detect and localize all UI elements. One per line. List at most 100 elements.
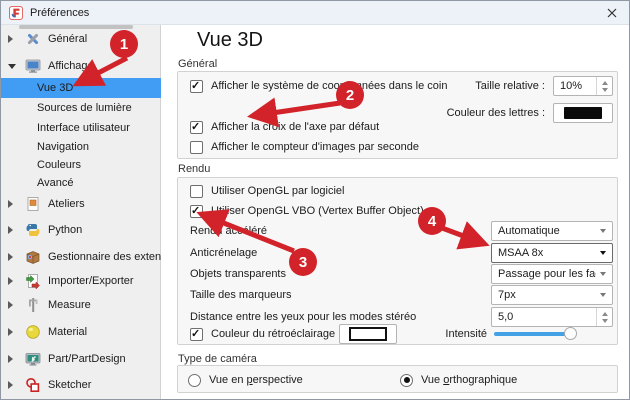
vbo-row: Utiliser OpenGL VBO (Vertex Buffer Objec… (190, 201, 424, 221)
expander-icon[interactable] (8, 301, 13, 309)
expander-icon[interactable] (8, 35, 13, 43)
sidebar-item-avance[interactable]: Avancé (1, 173, 161, 193)
tools-icon (25, 31, 41, 47)
freecad-logo-icon (9, 6, 23, 20)
orthographic-radio-row[interactable]: Vue orthographique (400, 370, 517, 390)
marker-size-dropdown[interactable]: 7px (491, 285, 613, 305)
expander-icon[interactable] (8, 355, 13, 363)
preferences-window: Préférences Général Affichage Vue 3D (0, 0, 630, 400)
chevron-down-icon (600, 229, 606, 233)
letter-color-label: Couleur des lettres : (447, 103, 545, 123)
sidebar-item-python[interactable]: Python (1, 219, 161, 241)
sidebar-item-ateliers[interactable]: Ateliers (1, 193, 161, 215)
settings-page-vue-3d: Vue 3D Général Afficher le système de co… (161, 25, 630, 400)
accel-render-dropdown[interactable]: Automatique (491, 221, 613, 241)
chevron-down-icon (600, 272, 606, 276)
antialiasing-dropdown[interactable]: MSAA 8x (491, 243, 613, 263)
software-opengl-row: Utiliser OpenGL par logiciel (190, 181, 344, 201)
backlight-row: Couleur du rétroéclairage (190, 324, 335, 344)
show-axis-cross-checkbox[interactable] (190, 121, 203, 134)
transparent-objects-value: Passage pour les faces arrière (498, 268, 596, 280)
sidebar-item-label: Ateliers (48, 198, 85, 210)
sidebar-item-sketcher[interactable]: Sketcher (1, 374, 161, 396)
window-title: Préférences (30, 7, 89, 19)
sidebar-item-label: Part/PartDesign (48, 353, 126, 365)
sidebar-item-label: Material (48, 326, 87, 338)
show-coord-system-checkbox[interactable] (190, 80, 203, 93)
marker-size-label: Taille des marqueurs (190, 285, 292, 305)
sidebar-item-label: Affichage (48, 60, 94, 72)
camera-groupbox: Vue en perspective Vue orthographique (177, 365, 618, 393)
antialiasing-value: MSAA 8x (498, 247, 596, 259)
transparent-objects-label: Objets transparents (190, 264, 286, 284)
software-opengl-checkbox[interactable] (190, 185, 203, 198)
accel-render-value: Automatique (498, 225, 596, 237)
sidebar-item-general[interactable]: Général (1, 28, 161, 50)
relative-size-label: Taille relative : (475, 76, 545, 96)
sidebar-item-navigation[interactable]: Navigation (1, 137, 161, 157)
eye-distance-value: 5,0 (492, 311, 596, 323)
title-bar: Préférences (1, 1, 629, 25)
import-export-icon (25, 273, 41, 289)
chevron-down-icon (600, 293, 606, 297)
software-opengl-label: Utiliser OpenGL par logiciel (211, 185, 344, 197)
sidebar-item-label: Général (48, 33, 87, 45)
letter-color-button[interactable] (553, 103, 613, 123)
page-title: Vue 3D (197, 29, 263, 52)
letter-color-swatch (564, 107, 602, 119)
sidebar-item-sources-de-lumiere[interactable]: Sources de lumière (1, 98, 161, 118)
show-coord-system-row: Afficher le système de coordonnées dans … (190, 76, 447, 96)
orthographic-label: Vue orthographique (421, 374, 517, 386)
spin-buttons[interactable] (596, 77, 612, 95)
transparent-objects-dropdown[interactable]: Passage pour les faces arrière (491, 264, 613, 284)
intensity-slider[interactable] (494, 332, 574, 336)
measure-icon (25, 297, 41, 313)
close-icon[interactable] (603, 4, 621, 22)
sidebar-item-material[interactable]: Material (1, 321, 161, 343)
backlight-checkbox[interactable] (190, 328, 203, 341)
settings-sidebar: Général Affichage Vue 3D Sources de lumi… (1, 25, 161, 400)
sidebar-item-label: Avancé (37, 177, 74, 189)
slider-handle[interactable] (564, 327, 577, 340)
part-partdesign-icon (25, 351, 41, 367)
vbo-label: Utiliser OpenGL VBO (Vertex Buffer Objec… (211, 205, 424, 217)
show-fps-checkbox[interactable] (190, 141, 203, 154)
expander-icon[interactable] (8, 277, 13, 285)
intensity-label: Intensité (445, 324, 487, 344)
perspective-radio-row[interactable]: Vue en perspective (188, 370, 303, 390)
sidebar-item-interface-utilisateur[interactable]: Interface utilisateur (1, 118, 161, 138)
expander-icon[interactable] (8, 381, 13, 389)
show-axis-cross-row: Afficher la croix de l'axe par défaut (190, 117, 379, 137)
relative-size-spinbox[interactable]: 10% (553, 76, 613, 96)
sidebar-item-couleurs[interactable]: Couleurs (1, 155, 161, 175)
spin-buttons[interactable] (596, 308, 612, 326)
expander-icon[interactable] (8, 200, 13, 208)
sidebar-item-label: Sketcher (48, 379, 91, 391)
eye-distance-spinbox[interactable]: 5,0 (491, 307, 613, 327)
sidebar-item-part-partdesign[interactable]: Part/PartDesign (1, 348, 161, 370)
show-fps-label: Afficher le compteur d'images par second… (211, 141, 419, 153)
backlight-color-button[interactable] (339, 324, 397, 344)
render-group-label: Rendu (178, 163, 210, 175)
python-icon (25, 222, 41, 238)
sidebar-item-measure[interactable]: Measure (1, 294, 161, 316)
sidebar-item-gestionnaire-extensions[interactable]: Gestionnaire des extensions (1, 246, 161, 268)
sidebar-item-label: Interface utilisateur (37, 122, 130, 134)
backlight-color-swatch (349, 327, 387, 341)
expander-icon[interactable] (8, 328, 13, 336)
backlight-label: Couleur du rétroéclairage (211, 328, 335, 340)
general-groupbox: Afficher le système de coordonnées dans … (177, 71, 618, 159)
expander-icon[interactable] (8, 64, 16, 69)
sidebar-item-display[interactable]: Affichage (1, 55, 161, 77)
sidebar-item-importer-exporter[interactable]: Importer/Exporter (1, 270, 161, 292)
vbo-checkbox[interactable] (190, 205, 203, 218)
expander-icon[interactable] (8, 226, 13, 234)
general-group-label: Général (178, 58, 217, 70)
sidebar-item-label: Navigation (37, 141, 89, 153)
orthographic-radio[interactable] (400, 374, 413, 387)
expander-icon[interactable] (8, 253, 13, 261)
sidebar-item-vue-3d[interactable]: Vue 3D (1, 78, 161, 98)
marker-size-value: 7px (498, 289, 596, 301)
sidebar-item-label: Python (48, 224, 82, 236)
perspective-radio[interactable] (188, 374, 201, 387)
